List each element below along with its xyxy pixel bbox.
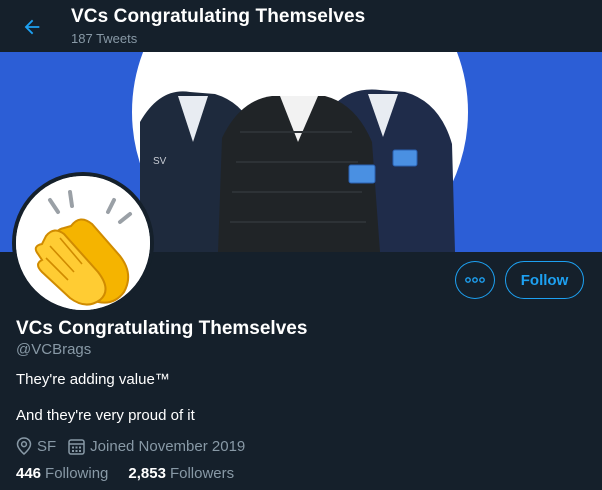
follow-button[interactable]: Follow — [505, 261, 584, 299]
header-title: VCs Congratulating Themselves — [71, 6, 366, 27]
profile-meta: SF Joined November 2019 — [16, 436, 245, 456]
followers-count: 2,853 — [128, 465, 166, 482]
svg-text:SV: SV — [153, 156, 167, 167]
tweet-count: 187 Tweets — [71, 31, 138, 46]
bio-line-2: And they're very proud of it — [16, 407, 195, 424]
profile-location: SF — [37, 437, 57, 455]
more-dots-icon — [465, 277, 485, 283]
profile-joined-date: Joined November 2019 — [90, 437, 246, 455]
bio-line-1: They're adding value™ — [16, 371, 170, 388]
clapping-hands-icon — [16, 176, 150, 310]
location-pin-icon — [16, 437, 32, 455]
profile-stats: 446 Following 2,853 Followers — [16, 465, 254, 482]
back-button[interactable] — [14, 9, 50, 45]
calendar-icon — [68, 438, 85, 455]
more-options-button[interactable] — [455, 261, 495, 299]
followers-link[interactable]: 2,853 Followers — [128, 465, 234, 482]
profile-header-bar: VCs Congratulating Themselves 187 Tweets — [0, 0, 602, 52]
followers-label: Followers — [169, 465, 235, 482]
profile-avatar[interactable] — [12, 172, 154, 314]
profile-handle: @VCBrags — [16, 341, 92, 358]
following-count: 446 — [16, 465, 42, 482]
profile-name: VCs Congratulating Themselves — [16, 318, 308, 339]
arrow-left-icon — [24, 19, 40, 35]
avatar-image — [16, 176, 150, 310]
following-label: Following — [45, 465, 109, 482]
following-link[interactable]: 446 Following — [16, 465, 108, 482]
